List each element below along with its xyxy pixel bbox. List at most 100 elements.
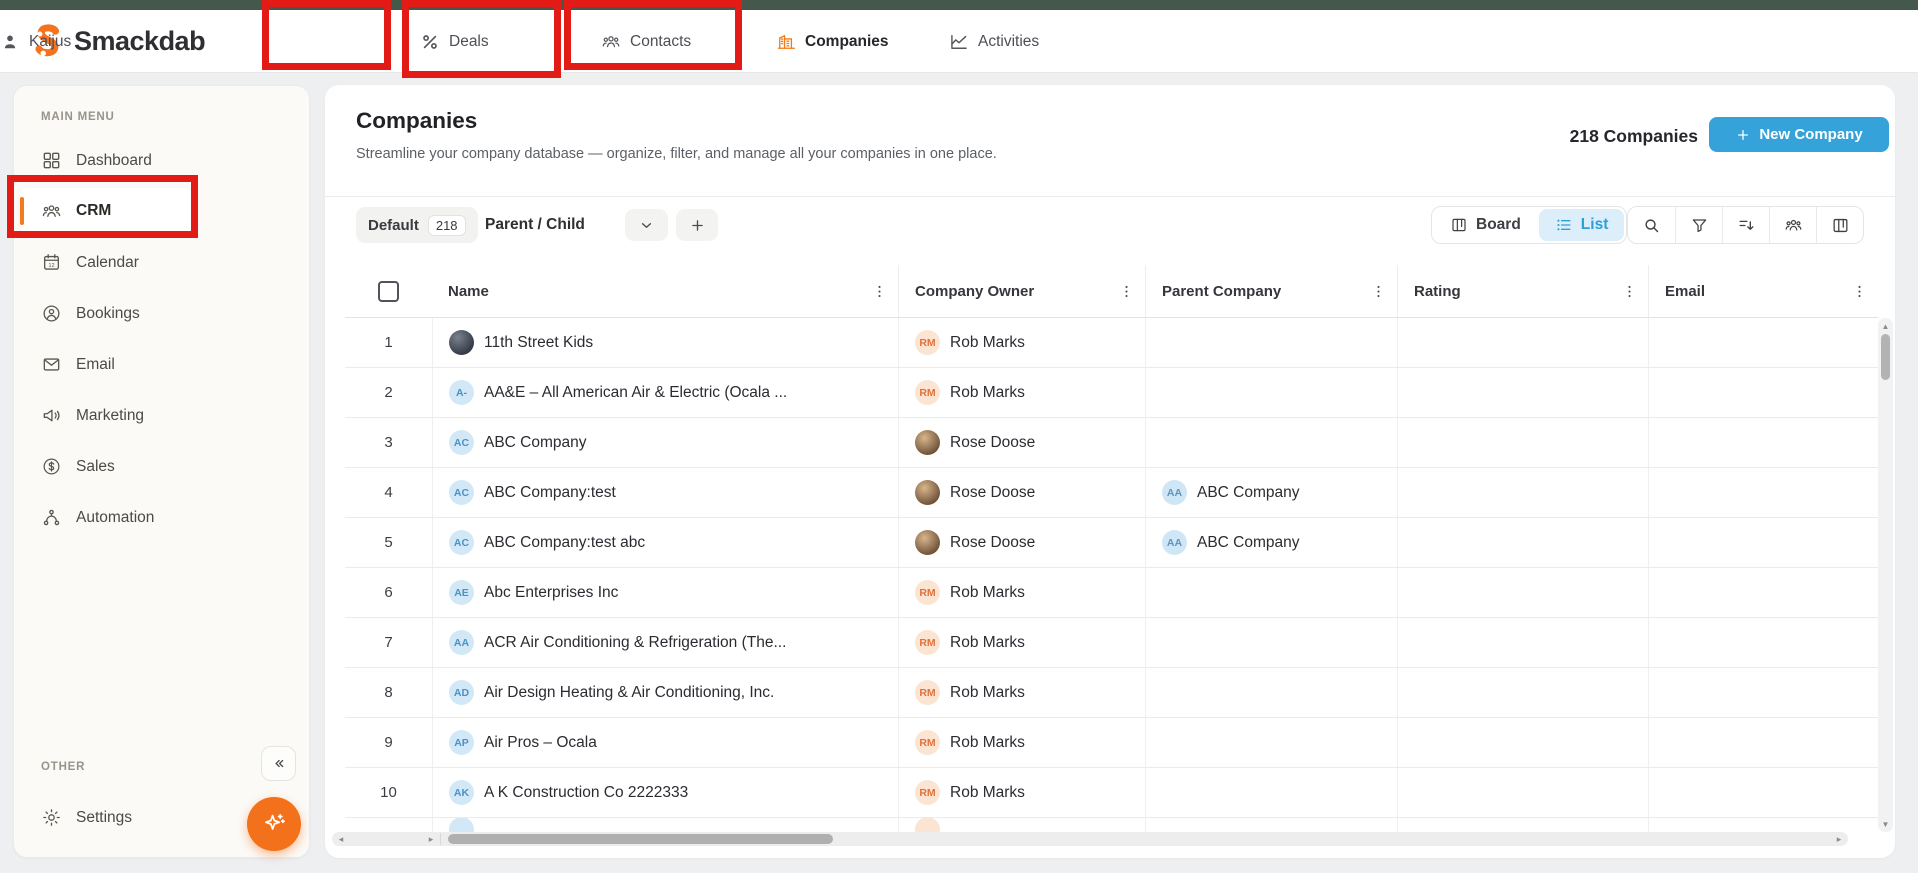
parent-company-cell[interactable]: [1145, 668, 1397, 717]
toolbar-icon-button[interactable]: [1628, 207, 1675, 243]
horizontal-scrollbar-thumb[interactable]: [448, 834, 833, 844]
scroll-up-icon[interactable]: ▲: [1878, 319, 1893, 333]
rating-cell[interactable]: [1397, 618, 1648, 667]
list-view-button[interactable]: List: [1539, 209, 1625, 241]
scroll-right-icon[interactable]: ▸: [424, 832, 438, 846]
new-company-button[interactable]: New Company: [1709, 117, 1889, 152]
email-cell[interactable]: [1648, 518, 1878, 567]
nav-item[interactable]: Deals: [420, 10, 489, 73]
owner-cell[interactable]: RM Rob Marks: [898, 368, 1145, 417]
toolbar-icon-button[interactable]: [1675, 207, 1722, 243]
owner-cell[interactable]: RM Rob Marks: [898, 318, 1145, 367]
column-header[interactable]: Parent Company: [1145, 265, 1397, 317]
email-cell[interactable]: [1648, 318, 1878, 367]
ai-assistant-fab[interactable]: [247, 797, 301, 851]
board-view-button[interactable]: Board: [1434, 209, 1537, 241]
table-row[interactable]: 3 AC ABC Company Rose Doose: [345, 418, 1878, 468]
add-view-button[interactable]: [676, 209, 718, 241]
owner-cell[interactable]: RM Rob Marks: [898, 718, 1145, 767]
rating-cell[interactable]: [1397, 568, 1648, 617]
name-cell[interactable]: AC ABC Company: [432, 418, 898, 467]
email-cell[interactable]: [1648, 468, 1878, 517]
column-menu-icon[interactable]: [1621, 283, 1638, 300]
parent-company-cell[interactable]: [1145, 768, 1397, 817]
sidebar-item[interactable]: 12 Calendar: [14, 237, 309, 288]
rating-cell[interactable]: [1397, 318, 1648, 367]
name-cell[interactable]: AA ACR Air Conditioning & Refrigeration …: [432, 618, 898, 667]
column-menu-icon[interactable]: [1118, 283, 1135, 300]
name-cell[interactable]: AC ABC Company:test: [432, 468, 898, 517]
toolbar-icon-button[interactable]: [1769, 207, 1816, 243]
sidebar-item[interactable]: Marketing: [14, 390, 309, 441]
name-cell[interactable]: AP Air Pros – Ocala: [432, 718, 898, 767]
nav-item[interactable]: Contacts: [601, 10, 691, 73]
table-row[interactable]: 10 AK A K Construction Co 2222333 RM Rob…: [345, 768, 1878, 818]
rating-cell[interactable]: [1397, 368, 1648, 417]
column-header[interactable]: Company Owner: [898, 265, 1145, 317]
sidebar-item[interactable]: Sales: [14, 441, 309, 492]
name-cell[interactable]: AD Air Design Heating & Air Conditioning…: [432, 668, 898, 717]
vertical-scrollbar-thumb[interactable]: [1881, 334, 1890, 380]
table-row[interactable]: 8 AD Air Design Heating & Air Conditioni…: [345, 668, 1878, 718]
column-header[interactable]: Name: [432, 265, 898, 317]
sidebar-collapse-button[interactable]: [261, 746, 296, 781]
scroll-left-icon[interactable]: ◂: [334, 832, 348, 846]
email-cell[interactable]: [1648, 568, 1878, 617]
nav-item[interactable]: Activities: [949, 10, 1039, 73]
parent-company-cell[interactable]: [1145, 568, 1397, 617]
table-row[interactable]: 2 A- AA&E – All American Air & Electric …: [345, 368, 1878, 418]
table-row[interactable]: 9 AP Air Pros – Ocala RM Rob Marks: [345, 718, 1878, 768]
sidebar-item[interactable]: CRM: [20, 188, 192, 234]
column-menu-icon[interactable]: [1851, 283, 1868, 300]
column-menu-icon[interactable]: [1370, 283, 1387, 300]
parent-company-cell[interactable]: [1145, 318, 1397, 367]
name-cell[interactable]: AK A K Construction Co 2222333: [432, 768, 898, 817]
email-cell[interactable]: [1648, 418, 1878, 467]
parent-company-cell[interactable]: [1145, 368, 1397, 417]
email-cell[interactable]: [1648, 668, 1878, 717]
table-row[interactable]: 7 AA ACR Air Conditioning & Refrigeratio…: [345, 618, 1878, 668]
owner-cell[interactable]: RM Rob Marks: [898, 568, 1145, 617]
parent-company-cell[interactable]: [1145, 418, 1397, 467]
sidebar-item[interactable]: Automation: [14, 492, 309, 543]
parent-company-cell[interactable]: [1145, 618, 1397, 667]
owner-cell[interactable]: Rose Doose: [898, 518, 1145, 567]
rating-cell[interactable]: [1397, 768, 1648, 817]
view-tab-default[interactable]: Default 218: [356, 207, 478, 243]
table-row-partial[interactable]: [345, 818, 1878, 833]
column-header[interactable]: Rating: [1397, 265, 1648, 317]
select-all-checkbox[interactable]: [378, 281, 399, 302]
column-header[interactable]: Email: [1648, 265, 1878, 317]
email-cell[interactable]: [1648, 368, 1878, 417]
scroll-down-icon[interactable]: ▼: [1878, 817, 1893, 831]
table-row[interactable]: 6 AE Abc Enterprises Inc RM Rob Marks: [345, 568, 1878, 618]
column-menu-icon[interactable]: [871, 283, 888, 300]
nav-item[interactable]: Kaijus: [0, 10, 71, 73]
name-cell[interactable]: A- AA&E – All American Air & Electric (O…: [432, 368, 898, 417]
name-cell[interactable]: AC ABC Company:test abc: [432, 518, 898, 567]
table-row[interactable]: 4 AC ABC Company:test Rose Doose AA ABC …: [345, 468, 1878, 518]
name-cell[interactable]: AE Abc Enterprises Inc: [432, 568, 898, 617]
rating-cell[interactable]: [1397, 468, 1648, 517]
email-cell[interactable]: [1648, 768, 1878, 817]
parent-company-cell[interactable]: [1145, 718, 1397, 767]
parent-company-cell[interactable]: AA ABC Company: [1145, 468, 1397, 517]
rating-cell[interactable]: [1397, 668, 1648, 717]
toolbar-icon-button[interactable]: [1722, 207, 1769, 243]
owner-cell[interactable]: Rose Doose: [898, 468, 1145, 517]
scroll-right-end-icon[interactable]: ▸: [1832, 832, 1846, 846]
parent-company-cell[interactable]: AA ABC Company: [1145, 518, 1397, 567]
sidebar-item-settings[interactable]: Settings: [14, 792, 214, 843]
owner-cell[interactable]: Rose Doose: [898, 418, 1145, 467]
sidebar-item[interactable]: Bookings: [14, 288, 309, 339]
vertical-scrollbar[interactable]: ▲ ▼: [1878, 318, 1893, 832]
rating-cell[interactable]: [1397, 518, 1648, 567]
rating-cell[interactable]: [1397, 718, 1648, 767]
email-cell[interactable]: [1648, 618, 1878, 667]
owner-cell[interactable]: RM Rob Marks: [898, 618, 1145, 667]
horizontal-scrollbar[interactable]: ◂ ▸ ▸: [332, 832, 1848, 846]
sidebar-item[interactable]: Email: [14, 339, 309, 390]
sidebar-item[interactable]: Dashboard: [14, 135, 309, 186]
table-row[interactable]: 1 11th Street Kids RM Rob Marks: [345, 318, 1878, 368]
name-cell[interactable]: 11th Street Kids: [432, 318, 898, 367]
